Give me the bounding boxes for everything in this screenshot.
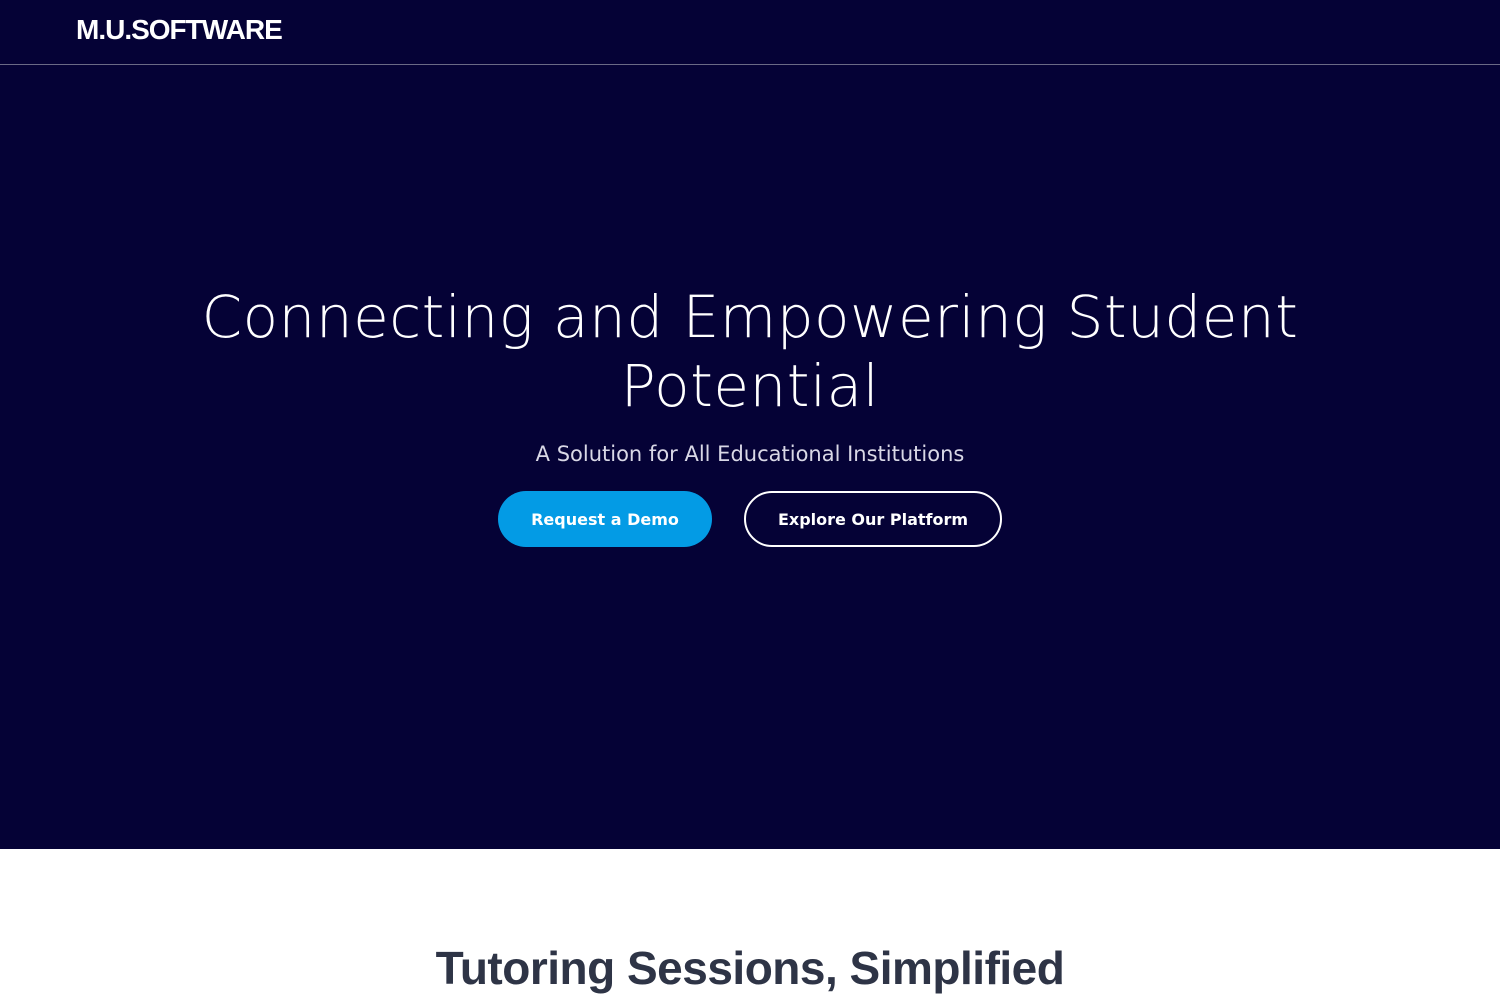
section-title: Tutoring Sessions, Simplified — [435, 942, 1065, 994]
request-demo-button[interactable]: Request a Demo — [498, 491, 712, 547]
hero-title: Connecting and Empowering Student Potent… — [201, 283, 1299, 420]
landing-page: M.U.SOFTWARE Connecting and Empowering S… — [0, 0, 1500, 1000]
top-navigation-bar: M.U.SOFTWARE — [0, 0, 1500, 65]
explore-platform-button[interactable]: Explore Our Platform — [744, 491, 1002, 547]
hero-subtitle: A Solution for All Educational Instituti… — [535, 442, 965, 466]
hero-section: Connecting and Empowering Student Potent… — [0, 65, 1500, 849]
brand-logo[interactable]: M.U.SOFTWARE — [76, 14, 283, 46]
